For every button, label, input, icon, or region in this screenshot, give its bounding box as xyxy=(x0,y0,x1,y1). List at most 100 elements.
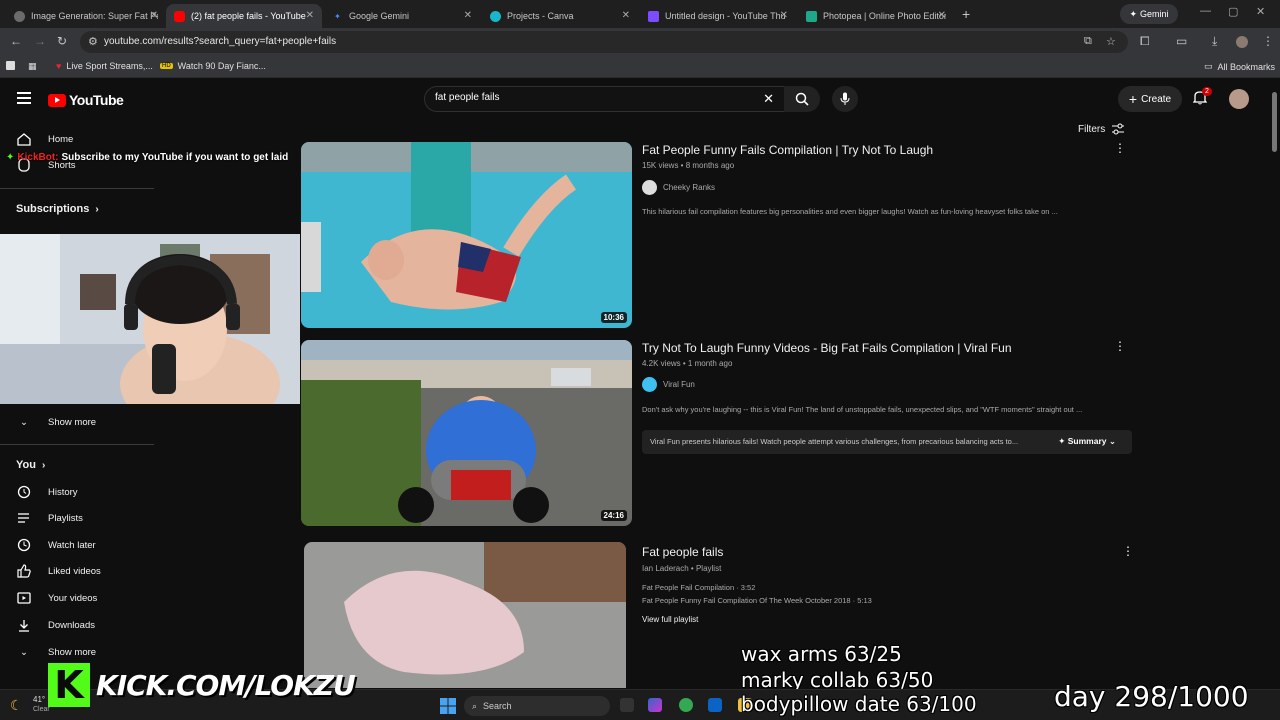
sidebar-show-more-you[interactable]: ⌄ Show more xyxy=(0,641,154,663)
more-options-icon[interactable]: ⋮ xyxy=(1122,544,1134,558)
heart-icon: ♥ xyxy=(56,61,62,71)
close-icon[interactable]: ✕ xyxy=(306,10,314,21)
video-thumbnail-1[interactable]: 10:36 xyxy=(301,142,632,328)
gemini-button[interactable]: ✦ Gemini xyxy=(1120,4,1178,24)
bookmark-90-day[interactable]: HD Watch 90 Day Fianc... xyxy=(160,61,266,71)
home-icon xyxy=(16,132,32,146)
taskbar-search[interactable]: ⌕ Search xyxy=(464,696,610,716)
tab-untitled-design[interactable]: Untitled design - YouTube Thu ✕ xyxy=(640,4,796,28)
youtube-logo[interactable]: YouTube xyxy=(48,92,124,108)
apps-grid-icon[interactable]: ▦ xyxy=(28,61,37,72)
scrollbar-thumb[interactable] xyxy=(1272,92,1277,152)
sidebar-item-home[interactable]: Home xyxy=(0,128,154,150)
omnibox[interactable]: ⚙ youtube.com/results?search_query=fat+p… xyxy=(80,31,1128,53)
bookmark-star-icon[interactable]: ☆ xyxy=(1106,35,1116,48)
sidebar-you-heading[interactable]: You › xyxy=(16,459,45,471)
close-icon[interactable]: ✕ xyxy=(938,10,946,21)
tab-photopea[interactable]: Photopea | Online Photo Editor ✕ xyxy=(798,4,954,28)
chrome-icon[interactable] xyxy=(679,698,693,712)
maximize-icon[interactable]: ▢ xyxy=(1228,5,1238,18)
sidebar-subscriptions-heading[interactable]: Subscriptions › xyxy=(16,203,99,215)
view-full-playlist-link[interactable]: View full playlist xyxy=(642,615,698,624)
search-icon: ⌕ xyxy=(472,700,478,711)
filters-button[interactable]: Filters xyxy=(1078,123,1125,135)
playlist-item-2[interactable]: Fat People Funny Fail Compilation Of The… xyxy=(642,596,872,605)
profile-avatar[interactable] xyxy=(1236,36,1248,48)
playlist-title[interactable]: Fat people fails xyxy=(642,545,723,559)
close-icon[interactable]: ✕ xyxy=(150,10,158,21)
tab-youtube[interactable]: (2) fat people fails - YouTube ✕ xyxy=(166,4,322,28)
kickbot-icon: ✦ xyxy=(6,152,15,163)
video-title-2[interactable]: Try Not To Laugh Funny Videos - Big Fat … xyxy=(642,341,1012,355)
sidebar-item-your-videos[interactable]: Your videos xyxy=(0,587,154,609)
close-icon[interactable]: ✕ xyxy=(622,10,630,21)
account-avatar[interactable] xyxy=(1229,89,1249,109)
tab-canva[interactable]: Projects - Canva ✕ xyxy=(482,4,638,28)
hd-icon: HD xyxy=(160,63,173,69)
search-box[interactable]: ✕ xyxy=(424,86,784,112)
reload-icon[interactable]: ↻ xyxy=(57,34,67,48)
browser-tab-bar: Image Generation: Super Fat Pe ✕ (2) fat… xyxy=(0,0,1280,28)
site-info-icon[interactable]: ⚙ xyxy=(88,35,98,48)
streamer-webcam xyxy=(0,234,300,404)
create-button[interactable]: + Create xyxy=(1118,86,1182,112)
sidebar-item-history[interactable]: History xyxy=(0,481,154,503)
window-close-icon[interactable]: ✕ xyxy=(1256,5,1265,18)
windows-start-icon[interactable] xyxy=(440,698,456,714)
youtube-sidebar: Home Shorts Subscriptions › ⌄ Show more … xyxy=(0,118,154,720)
install-app-icon[interactable]: ⧉ xyxy=(1084,35,1092,48)
task-view-icon[interactable] xyxy=(620,698,634,712)
tab-image-generation[interactable]: Image Generation: Super Fat Pe ✕ xyxy=(6,4,166,28)
sidebar-divider xyxy=(0,444,154,445)
video-description-2: Don't ask why you're laughing -- this is… xyxy=(642,405,1083,414)
ai-summary-box: Viral Fun presents hilarious fails! Watc… xyxy=(642,430,1132,454)
more-options-icon[interactable]: ⋮ xyxy=(1114,141,1126,155)
download-icon[interactable]: ⤓ xyxy=(1212,34,1217,49)
chevron-right-icon: › xyxy=(95,203,99,215)
bookmark-square-icon[interactable] xyxy=(6,61,15,70)
tab-gemini[interactable]: ✦ Google Gemini ✕ xyxy=(324,4,480,28)
tab-favicon-icon xyxy=(14,10,25,22)
copilot-icon[interactable] xyxy=(648,698,662,712)
search-input[interactable] xyxy=(435,92,735,103)
browser-menu-icon[interactable]: ⋮ xyxy=(1262,34,1274,48)
forward-arrow-icon[interactable]: → xyxy=(34,34,46,48)
more-options-icon[interactable]: ⋮ xyxy=(1114,339,1126,353)
sidebar-show-more-subscriptions[interactable]: ⌄ Show more xyxy=(0,411,154,433)
sidebar-item-watch-later[interactable]: Watch later xyxy=(0,534,154,556)
minimize-icon[interactable]: — xyxy=(1200,5,1211,17)
back-arrow-icon[interactable]: ← xyxy=(10,34,22,48)
playlist-item-1[interactable]: Fat People Fail Compilation · 3:52 xyxy=(642,583,755,592)
search-button[interactable] xyxy=(784,86,820,112)
bookmark-live-sport[interactable]: ♥ Live Sport Streams,... xyxy=(56,61,153,71)
stream-goal-3: bodypillow date 63/100 xyxy=(741,692,977,716)
clear-search-icon[interactable]: ✕ xyxy=(763,91,774,107)
day-counter: day 298/1000 xyxy=(1054,680,1249,713)
url-text[interactable]: youtube.com/results?search_query=fat+peo… xyxy=(104,36,336,47)
hamburger-menu-icon[interactable] xyxy=(17,92,31,104)
thumbnail-pool-image xyxy=(301,142,632,328)
summary-button[interactable]: ✦ Summary ⌄ xyxy=(1058,436,1116,447)
sidebar-item-downloads[interactable]: Downloads xyxy=(0,614,154,636)
chevron-right-icon: › xyxy=(41,459,46,471)
close-icon[interactable]: ✕ xyxy=(780,10,788,21)
channel-link-1[interactable]: Cheeky Ranks xyxy=(642,180,715,195)
photopea-favicon-icon xyxy=(806,10,817,22)
playlists-icon xyxy=(16,512,32,524)
sidepanel-icon[interactable]: ▭ xyxy=(1176,34,1187,48)
sidebar-item-liked-videos[interactable]: Liked videos xyxy=(0,560,154,582)
new-tab-plus-icon[interactable]: + xyxy=(962,6,970,22)
video-thumbnail-2[interactable]: 24:16 xyxy=(301,340,632,526)
notifications-button[interactable]: 2 xyxy=(1192,87,1212,110)
extensions-icon[interactable]: ⧠ xyxy=(1140,34,1150,49)
voice-search-button[interactable] xyxy=(832,86,858,112)
channel-link-2[interactable]: Viral Fun xyxy=(642,377,695,392)
close-icon[interactable]: ✕ xyxy=(464,10,472,21)
sidebar-item-playlists[interactable]: Playlists xyxy=(0,507,154,529)
all-bookmarks[interactable]: ▭ All Bookmarks xyxy=(1204,61,1275,72)
video-title-1[interactable]: Fat People Funny Fails Compilation | Try… xyxy=(642,143,933,157)
page-scrollbar[interactable] xyxy=(1268,80,1280,688)
youtube-play-icon xyxy=(48,93,66,107)
store-icon[interactable] xyxy=(708,698,722,712)
chevron-down-icon: ⌄ xyxy=(20,416,28,428)
